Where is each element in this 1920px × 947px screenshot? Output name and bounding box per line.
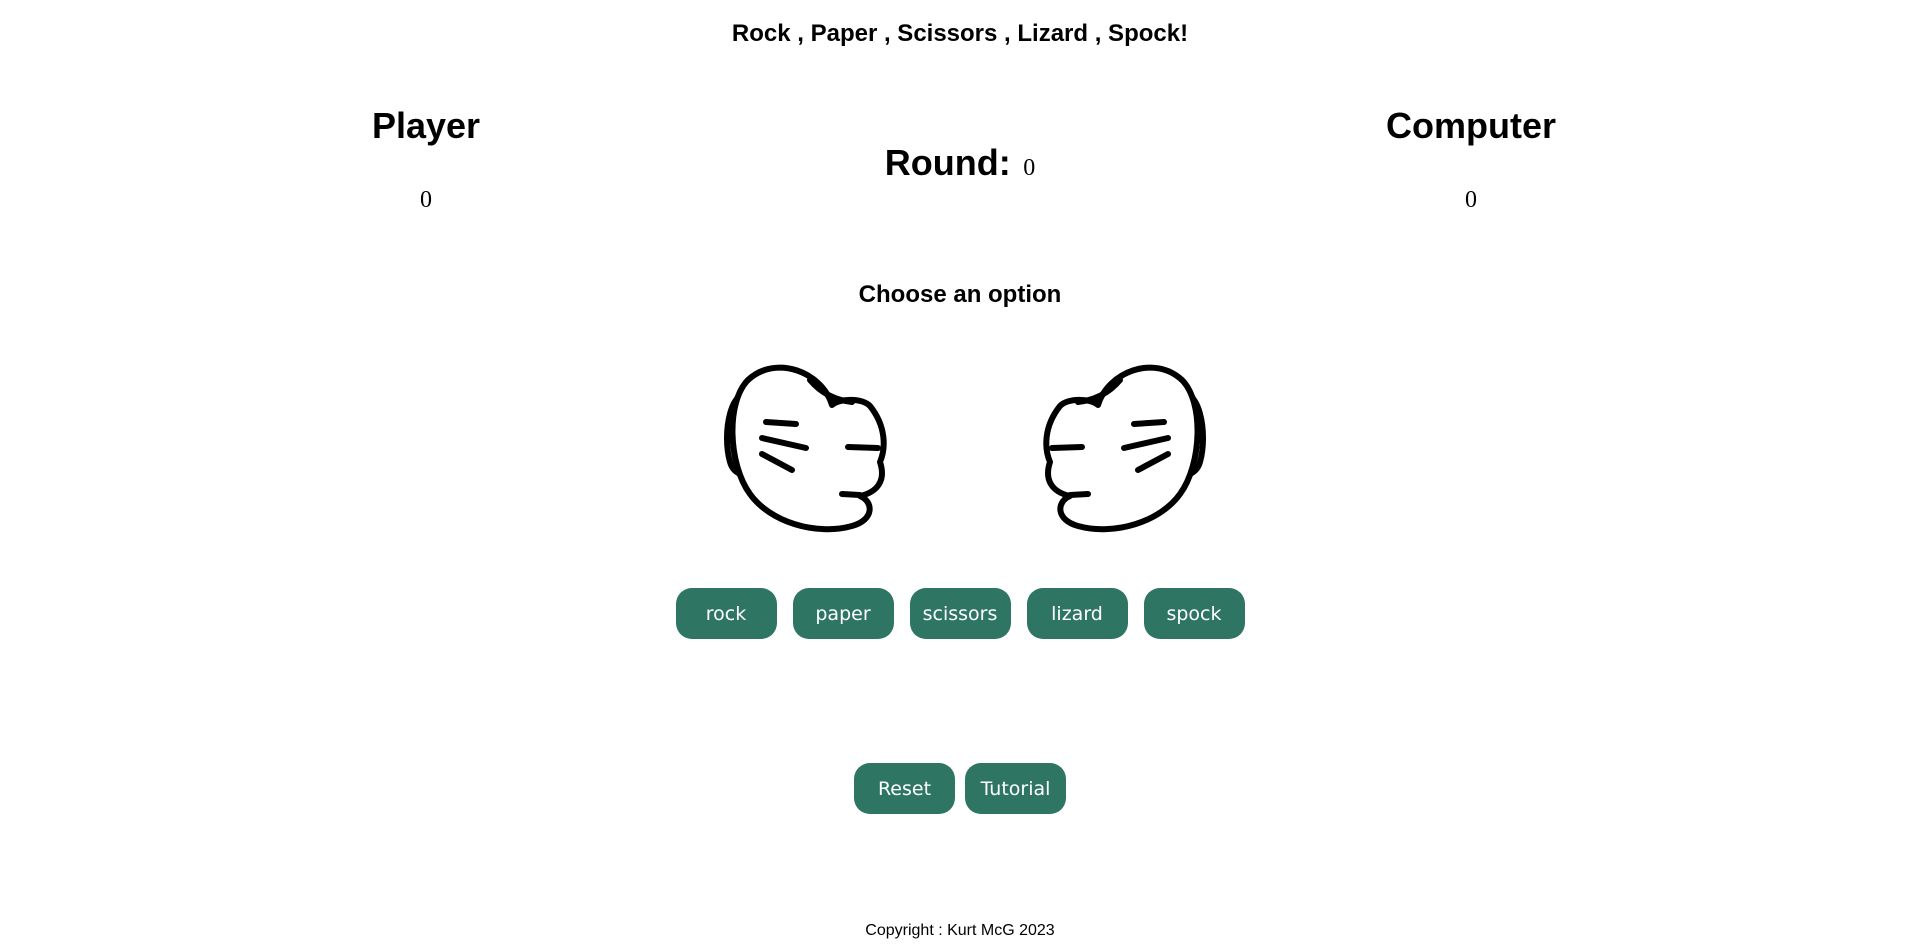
rock-button[interactable]: rock <box>675 588 777 639</box>
paper-button[interactable]: paper <box>792 588 894 639</box>
choose-prompt: Choose an option <box>858 281 1062 308</box>
game-title: Rock , Paper , Scissors , Lizard , Spock… <box>731 20 1189 47</box>
player-score: 0 <box>420 187 432 213</box>
computer-heading: Computer <box>1386 105 1556 146</box>
round-label: Round: <box>884 142 1011 183</box>
lizard-button[interactable]: lizard <box>1026 588 1128 639</box>
choice-buttons: rock paper scissors lizard spock <box>0 588 1920 639</box>
control-buttons: Reset Tutorial <box>0 763 1920 814</box>
copyright-footer: Copyright : Kurt McG 2023 <box>865 922 1055 939</box>
computer-score: 0 <box>1465 187 1477 213</box>
computer-score-panel: Computer 0 <box>1271 104 1671 215</box>
player-fist-icon <box>724 362 924 536</box>
hands-display <box>724 362 1206 536</box>
tutorial-button[interactable]: Tutorial <box>965 763 1066 814</box>
computer-fist-icon <box>1006 362 1206 536</box>
round-value: 0 <box>1023 155 1036 181</box>
scissors-button[interactable]: scissors <box>909 588 1011 639</box>
reset-button[interactable]: Reset <box>854 763 955 814</box>
spock-button[interactable]: spock <box>1143 588 1245 639</box>
